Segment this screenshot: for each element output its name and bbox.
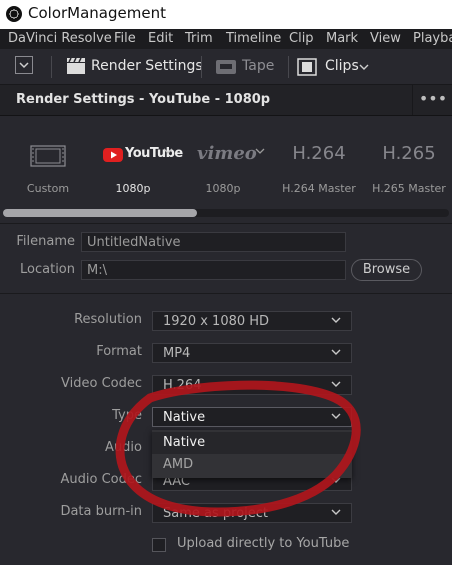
- h265-logo: H.265: [382, 143, 436, 164]
- filename-input[interactable]: UntitledNative: [81, 232, 346, 252]
- film-strip-icon: [297, 58, 317, 76]
- preset-label-custom: Custom: [26, 182, 70, 195]
- window-title: ColorManagement: [28, 4, 166, 22]
- clips-label: Clips: [325, 58, 359, 74]
- menu-trim[interactable]: Trim: [185, 31, 213, 46]
- panel-options-button[interactable]: •••: [412, 85, 452, 115]
- resolution-value: 1920 x 1080 HD: [163, 314, 270, 329]
- menu-davinci-resolve[interactable]: DaVinci Resolve: [8, 31, 112, 46]
- menu-file[interactable]: File: [114, 31, 136, 46]
- menu-bar: DaVinci Resolve File Edit Trim Timeline …: [0, 29, 452, 49]
- vimeo-logo: vimeo: [197, 143, 257, 164]
- preset-label-vimeo: 1080p: [205, 182, 241, 195]
- upload-youtube-checkbox[interactable]: [152, 538, 166, 552]
- film-frame-icon: [30, 145, 66, 167]
- video-codec-label: Video Codec: [61, 376, 142, 391]
- data-burnin-select[interactable]: Same as project: [152, 503, 352, 523]
- menu-clip[interactable]: Clip: [289, 31, 314, 46]
- menu-timeline[interactable]: Timeline: [226, 31, 281, 46]
- toolbar: Render Settings Tape Clips: [0, 49, 452, 85]
- h264-logo: H.264: [292, 143, 346, 164]
- preset-label-youtube: 1080p: [115, 182, 151, 195]
- resolution-select[interactable]: 1920 x 1080 HD: [152, 311, 352, 331]
- chevron-down-icon: [331, 381, 341, 387]
- format-select[interactable]: MP4: [152, 343, 352, 363]
- menu-edit[interactable]: Edit: [148, 31, 173, 46]
- menu-mark[interactable]: Mark: [326, 31, 358, 46]
- menu-view[interactable]: View: [370, 31, 401, 46]
- chevron-down-icon: [163, 148, 173, 154]
- browse-button[interactable]: Browse: [351, 259, 422, 281]
- type-label: Type: [112, 408, 142, 423]
- panel-toggle-button[interactable]: [15, 56, 33, 74]
- clapperboard-icon: [67, 57, 85, 74]
- preset-custom[interactable]: Custom: [3, 131, 93, 201]
- type-dropdown-menu: Native AMD: [152, 430, 352, 478]
- preset-h265[interactable]: H.265 H.265 Master: [364, 131, 452, 201]
- resolve-logo-icon: [6, 6, 22, 22]
- audio-label: Audio: [105, 440, 142, 455]
- audio-codec-label: Audio Codec: [60, 472, 142, 487]
- data-burnin-label: Data burn-in: [60, 504, 142, 519]
- chevron-down-icon: [331, 413, 341, 419]
- presets-scrollbar-thumb[interactable]: [3, 209, 197, 217]
- type-select[interactable]: Native: [152, 407, 352, 427]
- render-settings-label: Render Settings: [91, 58, 203, 74]
- video-codec-select[interactable]: H.264: [152, 375, 352, 395]
- preset-vimeo[interactable]: vimeo 1080p: [178, 131, 268, 201]
- youtube-play-icon: [103, 148, 123, 162]
- render-settings-button[interactable]: Render Settings: [60, 49, 203, 84]
- upload-youtube-label: Upload directly to YouTube: [177, 536, 350, 551]
- chevron-down-icon: [359, 64, 369, 70]
- chevron-down-icon: [331, 477, 341, 483]
- video-codec-value: H.264: [163, 378, 202, 393]
- type-option-amd[interactable]: AMD: [152, 454, 352, 476]
- type-option-native[interactable]: Native: [152, 432, 352, 454]
- filename-label: Filename: [16, 234, 75, 249]
- clips-button[interactable]: Clips: [293, 49, 373, 84]
- data-burnin-value: Same as project: [163, 506, 269, 521]
- preset-h264[interactable]: H.264 H.264 Master: [274, 131, 364, 201]
- location-input[interactable]: M:\: [81, 260, 346, 280]
- chevron-down-icon: [331, 317, 341, 323]
- panel-title: Render Settings - YouTube - 1080p: [16, 92, 271, 107]
- location-label: Location: [20, 262, 75, 277]
- chevron-down-icon: [255, 148, 265, 154]
- preset-label-h265: H.265 Master: [372, 182, 446, 195]
- title-bar: ColorManagement: [0, 0, 452, 29]
- preset-youtube[interactable]: YouTube 1080p: [88, 131, 183, 201]
- format-value: MP4: [163, 346, 191, 361]
- tape-icon: [216, 60, 236, 74]
- menu-playback[interactable]: Playba: [413, 31, 452, 46]
- format-label: Format: [96, 344, 142, 359]
- tape-label: Tape: [242, 58, 275, 74]
- tape-button[interactable]: Tape: [212, 49, 282, 84]
- chevron-down-icon: [331, 349, 341, 355]
- panel-header: Render Settings - YouTube - 1080p: [0, 85, 452, 116]
- youtube-logo: YouTube: [125, 146, 183, 161]
- chevron-down-icon: [19, 62, 29, 69]
- chevron-down-icon: [331, 509, 341, 515]
- resolution-label: Resolution: [74, 312, 142, 327]
- preset-label-h264: H.264 Master: [282, 182, 356, 195]
- type-value: Native: [163, 410, 206, 425]
